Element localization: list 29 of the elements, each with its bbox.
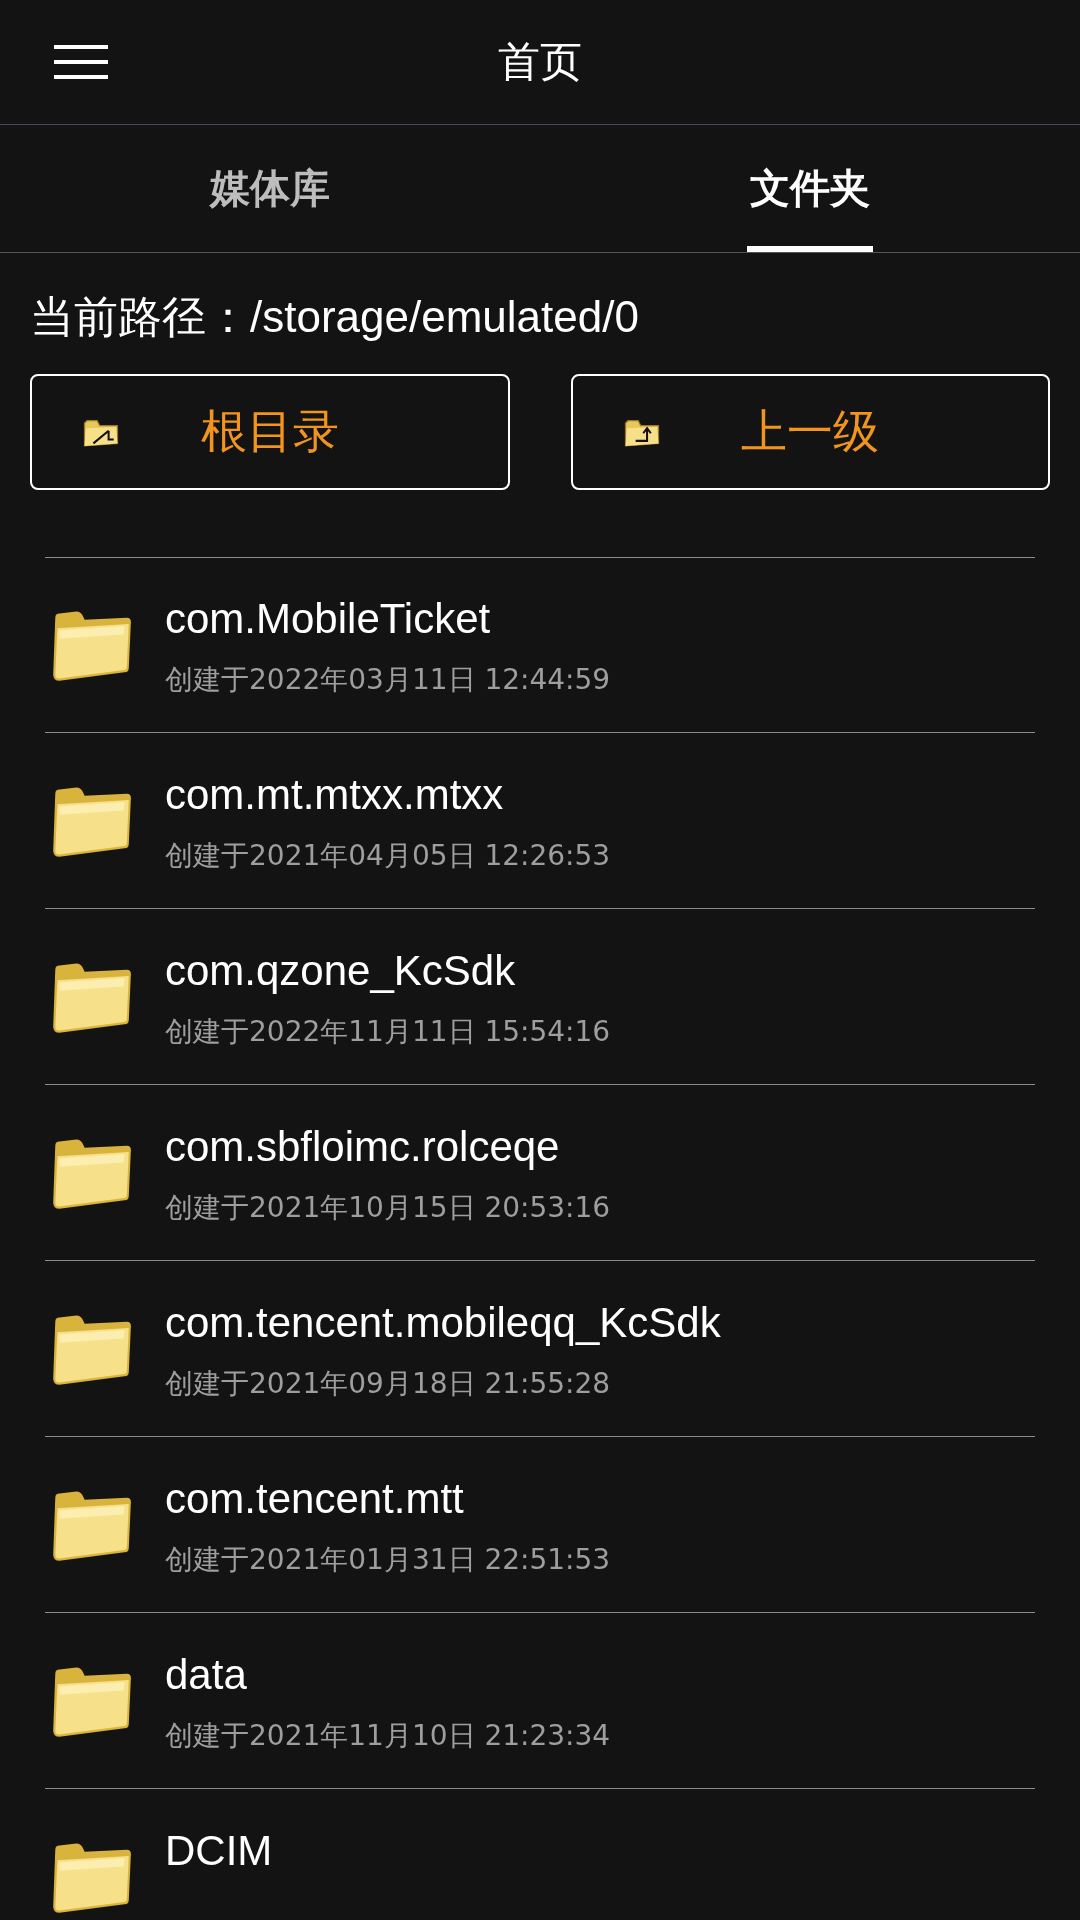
folder-name: com.qzone_KcSdk bbox=[165, 945, 517, 996]
created-date: 创建于2022年11月11日 15:54:16 bbox=[165, 1014, 611, 1049]
page-title: 首页 bbox=[497, 36, 583, 88]
created-date: 创建于2021年01月31日 22:51:53 bbox=[165, 1542, 611, 1577]
current-path: 当前路径：/storage/emulated/0 bbox=[29, 291, 640, 343]
folder-name: com.tencent.mobileqq_KcSdk bbox=[165, 1297, 721, 1348]
created-date: 创建于2021年04月05日 12:26:53 bbox=[165, 838, 611, 873]
folder-name: data bbox=[165, 1649, 248, 1700]
folder-row[interactable]: DCIM bbox=[45, 1789, 1035, 1920]
created-date: 创建于2021年11月10日 21:23:34 bbox=[165, 1718, 611, 1753]
folder-row[interactable]: com.MobileTicket 创建于2022年03月11日 12:44:59 bbox=[45, 557, 1035, 733]
folder-row[interactable]: com.sbfloimc.rolceqe 创建于2021年10月15日 20:53:16 bbox=[45, 1085, 1035, 1261]
folder-row[interactable]: data 创建于2021年11月10日 21:23:34 bbox=[45, 1613, 1035, 1789]
folder-row[interactable]: com.tencent.mobileqq_KcSdk 创建于2021年09月18日 21:55:28 bbox=[45, 1261, 1035, 1437]
folder-row[interactable]: com.tencent.mtt 创建于2021年01月31日 22:51:53 bbox=[45, 1437, 1035, 1613]
created-date: 创建于2022年03月11日 12:44:59 bbox=[165, 663, 611, 697]
folder-name: com.mt.mtxx.mtxx bbox=[165, 769, 505, 820]
created-date: 创建于2021年09月18日 21:55:28 bbox=[165, 1366, 612, 1401]
folder-name: DCIM bbox=[165, 1825, 273, 1876]
nav-button[interactable]: 上一级 bbox=[570, 374, 1050, 490]
nav-button[interactable]: 根目录 bbox=[30, 374, 510, 490]
menu-icon[interactable] bbox=[54, 45, 108, 79]
folder-name: com.MobileTicket bbox=[165, 594, 492, 644]
folder-row[interactable]: com.mt.mtxx.mtxx 创建于2021年04月05日 12:26:53 bbox=[45, 733, 1035, 909]
tab[interactable]: 媒体库 bbox=[0, 125, 540, 252]
created-date: 创建于2021年10月15日 20:53:16 bbox=[165, 1190, 611, 1225]
folder-row[interactable]: com.qzone_KcSdk 创建于2022年11月11日 15:54:16 bbox=[45, 909, 1035, 1085]
folder-name: com.sbfloimc.rolceqe bbox=[165, 1121, 561, 1172]
folder-name: com.tencent.mtt bbox=[165, 1473, 465, 1524]
